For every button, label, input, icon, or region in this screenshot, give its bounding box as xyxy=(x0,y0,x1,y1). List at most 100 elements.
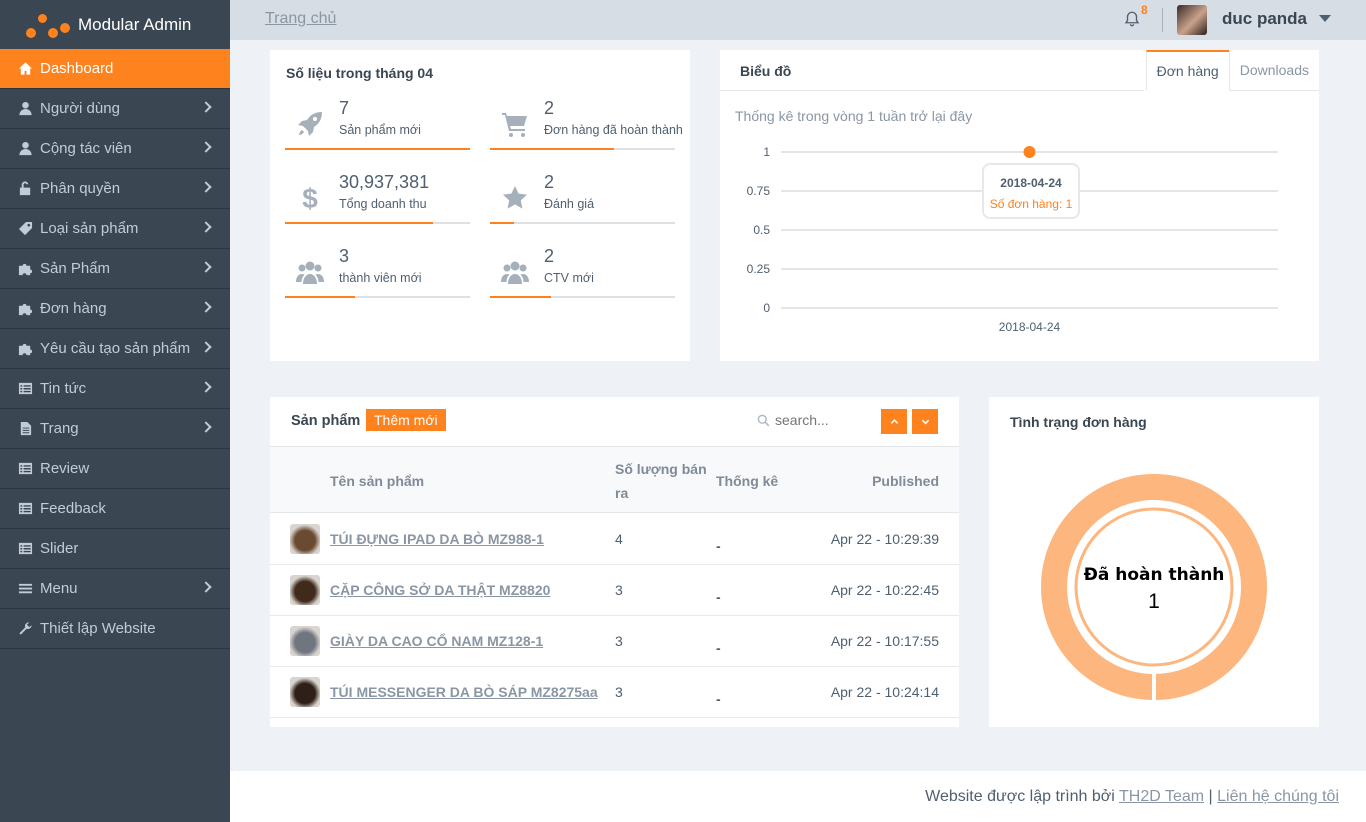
product-thumbnail[interactable] xyxy=(290,626,320,656)
tag-icon xyxy=(15,221,35,236)
stat-item: $ 30,937,381 Tổng doanh thu xyxy=(285,170,470,230)
product-thumbnail[interactable] xyxy=(290,524,320,554)
sidebar-item-label: Slider xyxy=(40,540,79,557)
col-published-header[interactable]: Published xyxy=(872,473,939,489)
stat-progress-fill xyxy=(285,296,356,298)
product-name-link[interactable]: CẶP CÔNG SỞ DA THẬT MZ8820 xyxy=(330,582,550,598)
sort-up-button[interactable] xyxy=(881,409,907,434)
sidebar-item-san-pham[interactable]: Sản Phẩm xyxy=(0,249,230,289)
avatar[interactable] xyxy=(1177,5,1207,35)
sidebar-item-menu[interactable]: Menu xyxy=(0,569,230,609)
col-stats-header[interactable]: Thống kê xyxy=(716,473,778,489)
y-tick-label: 0.5 xyxy=(753,223,770,237)
stat-value: 7 xyxy=(339,98,350,118)
sidebar-item-yeu-cau-tao-san-pham[interactable]: Yêu cầu tạo sản phẩm xyxy=(0,329,230,369)
chevron-right-icon xyxy=(200,581,212,593)
chevron-down-icon xyxy=(921,419,929,425)
header: Trang chủ 8 duc panda xyxy=(230,0,1366,40)
wrench-icon xyxy=(15,621,35,636)
product-qty: 4 xyxy=(615,531,623,547)
chevron-right-icon xyxy=(200,181,212,193)
sidebar-item-feedback[interactable]: Feedback xyxy=(0,489,230,529)
sidebar-item-thiet-lap-website[interactable]: Thiết lập Website xyxy=(0,609,230,649)
list-icon xyxy=(15,541,35,556)
tooltip-value: Số đơn hàng: 1 xyxy=(989,197,1073,211)
username[interactable]: duc panda xyxy=(1222,9,1307,29)
list-icon xyxy=(15,461,35,476)
product-thumbnail[interactable] xyxy=(290,677,320,707)
y-tick-label: 0.75 xyxy=(747,184,771,198)
order-status-card: Tình trạng đơn hàng Đã hoàn thành 1 xyxy=(989,397,1319,727)
chart-point[interactable] xyxy=(1023,146,1036,158)
table-header: Tên sản phẩm Số lượng bán ra Thống kê Pu… xyxy=(270,446,959,513)
puzzle-icon xyxy=(15,261,35,276)
product-qty: 3 xyxy=(615,582,623,598)
sidebar-item-tin-tuc[interactable]: Tin tức xyxy=(0,369,230,409)
search-input[interactable] xyxy=(775,412,875,428)
search-box xyxy=(757,412,875,428)
sidebar-item-label: Feedback xyxy=(40,500,106,517)
stat-item: 2 Đơn hàng đã hoàn thành xyxy=(490,96,683,156)
breadcrumb-home[interactable]: Trang chủ xyxy=(265,10,336,28)
sidebar-item-phan-quyen[interactable]: Phân quyền xyxy=(0,169,230,209)
sidebar-item-dashboard[interactable]: Dashboard xyxy=(0,49,230,89)
product-thumbnail[interactable] xyxy=(290,575,320,605)
sidebar-item-cong-tac-vien[interactable]: Cộng tác viên xyxy=(0,129,230,169)
table-row: CẶP CÔNG SỞ DA THẬT MZ8820 3 - Apr 22 - … xyxy=(270,565,959,616)
sidebar-item-slider[interactable]: Slider xyxy=(0,529,230,569)
sidebar-item-label: Đơn hàng xyxy=(40,300,107,317)
stat-value: 2 xyxy=(544,98,555,118)
list-icon xyxy=(15,501,35,516)
bars-icon xyxy=(15,581,35,596)
stat-progress-bar xyxy=(285,222,470,224)
sidebar-item-don-hang[interactable]: Đơn hàng xyxy=(0,289,230,329)
chevron-right-icon xyxy=(200,221,212,233)
col-qty-header-line2: ra xyxy=(615,485,629,501)
sidebar-item-trang[interactable]: Trang xyxy=(0,409,230,449)
sidebar-item-loai-san-pham[interactable]: Loại sản phẩm xyxy=(0,209,230,249)
stat-label: Tổng doanh thu xyxy=(339,197,427,211)
stat-label: Sản phẩm mới xyxy=(339,123,421,137)
table-row: TÚI MESSENGER DA BÒ SÁP MZ8275aa 3 - Apr… xyxy=(270,667,959,718)
product-qty: 3 xyxy=(615,684,623,700)
donut-center-label: Đã hoàn thành xyxy=(1083,565,1225,585)
add-product-button[interactable]: Thêm mới xyxy=(366,409,446,431)
sidebar-item-label: Menu xyxy=(40,580,78,597)
brand[interactable]: Modular Admin xyxy=(0,0,230,49)
col-qty-header[interactable]: Số lượng bán xyxy=(615,461,707,477)
stat-item: 3 thành viên mới xyxy=(285,244,470,304)
table-row: TÚI ĐỰNG IPAD DA BÒ MZ988-1 4 - Apr 22 -… xyxy=(270,514,959,565)
footer-team-link[interactable]: TH2D Team xyxy=(1119,788,1204,805)
footer-text: Website được lập trình bởi TH2D Team | L… xyxy=(925,788,1339,806)
col-name-header[interactable]: Tên sản phẩm xyxy=(330,473,424,489)
sidebar-item-review[interactable]: Review xyxy=(0,449,230,489)
sidebar-nav: Dashboard Người dùng Cộng tác viên Phân … xyxy=(0,49,230,649)
stat-item: 2 Đánh giá xyxy=(490,170,675,230)
sort-down-button[interactable] xyxy=(912,409,938,434)
user-icon xyxy=(15,101,35,116)
chart-tooltip: 2018-04-24 Số đơn hàng: 1 xyxy=(982,163,1080,219)
stat-progress-fill xyxy=(285,222,433,224)
notification-count-badge: 8 xyxy=(1141,3,1148,17)
products-title: Sản phẩm xyxy=(291,413,361,429)
tooltip-date: 2018-04-24 xyxy=(1000,176,1062,190)
stat-label: Đơn hàng đã hoàn thành xyxy=(544,123,683,137)
header-divider xyxy=(1162,8,1163,32)
sidebar-item-label: Phân quyền xyxy=(40,180,121,197)
product-name-link[interactable]: TÚI ĐỰNG IPAD DA BÒ MZ988-1 xyxy=(330,531,544,547)
stat-progress-bar xyxy=(490,222,675,224)
product-name-link[interactable]: GIÀY DA CAO CỔ NAM MZ128-1 xyxy=(330,633,543,649)
stat-value: 2 xyxy=(544,172,555,192)
chevron-right-icon xyxy=(200,341,212,353)
sidebar-item-label: Dashboard xyxy=(40,60,114,77)
bell-icon[interactable] xyxy=(1123,9,1141,29)
footer-contact-link[interactable]: Liên hệ chúng tôi xyxy=(1217,788,1339,805)
sidebar-item-label: Người dùng xyxy=(40,100,120,117)
unlock-icon xyxy=(15,181,35,196)
caret-down-icon[interactable] xyxy=(1319,15,1331,22)
product-name-link[interactable]: TÚI MESSENGER DA BÒ SÁP MZ8275aa xyxy=(330,684,598,700)
sidebar-item-nguoi-dung[interactable]: Người dùng xyxy=(0,89,230,129)
svg-text:$: $ xyxy=(302,184,318,212)
chevron-right-icon xyxy=(200,381,212,393)
stats-card: Số liệu trong tháng 04 7 Sản phẩm mới 2 … xyxy=(270,50,690,361)
